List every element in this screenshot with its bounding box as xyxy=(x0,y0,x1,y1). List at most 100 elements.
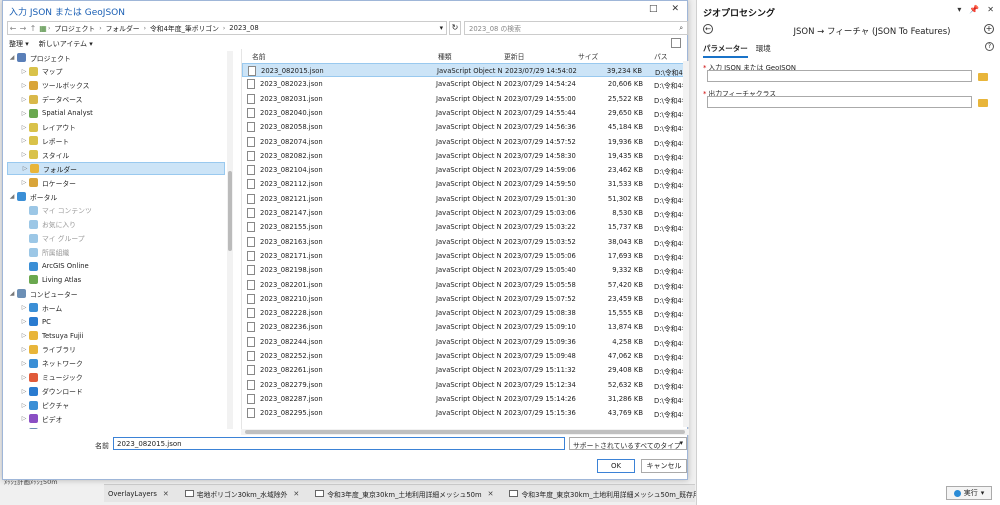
back-arrow-icon[interactable]: ← xyxy=(8,24,18,33)
pin-icon[interactable]: 📌 xyxy=(969,5,979,14)
expanded-arrow-icon[interactable]: ◢ xyxy=(7,290,17,297)
tree-item[interactable]: ▷ ピクチャ xyxy=(7,399,225,412)
tree-item[interactable]: ▷ ダウンロード xyxy=(7,385,225,398)
tree-item[interactable]: お気に入り xyxy=(7,218,225,231)
collapsed-arrow-icon[interactable]: ▷ xyxy=(19,360,29,367)
up-arrow-icon[interactable]: ↑ xyxy=(28,24,38,33)
file-row[interactable]: 2023_082228.json JavaScript Object N 2023/… xyxy=(242,306,689,320)
collapsed-arrow-icon[interactable]: ▷ xyxy=(19,346,29,353)
tree-item[interactable]: ▷ ツールボックス xyxy=(7,79,225,92)
tree-item[interactable]: ▷ フォルダー xyxy=(7,162,225,176)
collapsed-arrow-icon[interactable]: ▷ xyxy=(19,402,29,409)
file-row[interactable]: 2023_082155.json JavaScript Object N 2023/… xyxy=(242,220,689,234)
file-row[interactable]: 2023_082244.json JavaScript Object N 2023/… xyxy=(242,335,689,349)
collapsed-arrow-icon[interactable]: ▷ xyxy=(19,374,29,381)
close-icon[interactable]: ✕ xyxy=(488,490,494,498)
tree-item[interactable]: ◢ コンピューター xyxy=(7,287,225,300)
tree-item[interactable]: ▷ Spatial Analyst xyxy=(7,107,225,120)
file-row[interactable]: 2023_082082.json JavaScript Object N 2023/… xyxy=(242,149,689,163)
tree-item[interactable]: ▷ レイアウト xyxy=(7,121,225,134)
column-header-path[interactable]: パス xyxy=(654,51,668,61)
file-row[interactable]: 2023_082147.json JavaScript Object N 2023/… xyxy=(242,206,689,220)
chevron-down-icon[interactable]: ▾ xyxy=(437,24,446,32)
file-row[interactable]: 2023_082163.json JavaScript Object N 2023/… xyxy=(242,235,689,249)
column-header-type[interactable]: 種類 xyxy=(438,51,452,61)
file-row[interactable]: 2023_082058.json JavaScript Object N 2023/… xyxy=(242,120,689,134)
tree-item[interactable]: ArcGIS Online xyxy=(7,260,225,273)
forward-arrow-icon[interactable]: → xyxy=(18,24,28,33)
expanded-arrow-icon[interactable]: ◢ xyxy=(7,193,17,200)
file-row[interactable]: 2023_082198.json JavaScript Object N 2023/… xyxy=(242,263,689,277)
back-arrow-icon[interactable]: ← xyxy=(703,24,713,34)
run-button[interactable]: 実行 ▾ xyxy=(946,486,992,500)
collapsed-arrow-icon[interactable]: ▷ xyxy=(19,318,29,325)
tab-environments[interactable]: 環境 xyxy=(756,43,771,58)
ok-button[interactable]: OK xyxy=(597,459,635,473)
close-icon[interactable]: ✕ xyxy=(293,490,299,498)
collapsed-arrow-icon[interactable]: ▷ xyxy=(19,332,29,339)
pane-menu-icon[interactable]: ▾ xyxy=(957,5,961,14)
file-row[interactable]: 2023_082261.json JavaScript Object N 2023/… xyxy=(242,363,689,377)
tree-item[interactable]: 所属組織 xyxy=(7,246,225,259)
tree-item[interactable]: ▷ ホーム xyxy=(7,301,225,314)
file-row[interactable]: 2023_082031.json JavaScript Object N 2023/… xyxy=(242,92,689,106)
filename-input[interactable]: 2023_082015.json xyxy=(113,437,565,450)
file-row[interactable]: 2023_082236.json JavaScript Object N 2023/… xyxy=(242,320,689,334)
view-options-icon[interactable] xyxy=(671,38,681,48)
map-tab-residential-polygon[interactable]: 宅地ポリゴン30km_水域除外 ✕ xyxy=(181,489,303,499)
tree-item[interactable]: ▷ ライブラリ xyxy=(7,343,225,356)
collapsed-arrow-icon[interactable]: ▷ xyxy=(19,82,29,89)
breadcrumb-project[interactable]: プロジェクト xyxy=(50,23,99,33)
collapsed-arrow-icon[interactable]: ▷ xyxy=(19,151,29,158)
tree-item[interactable]: ▷ レポート xyxy=(7,134,225,147)
tree-item[interactable]: ▷ ビデオ xyxy=(7,412,225,425)
expanded-arrow-icon[interactable]: ◢ xyxy=(7,54,17,61)
tree-item[interactable]: ▷ドキュメント xyxy=(7,426,225,429)
refresh-icon[interactable]: ↻ xyxy=(449,21,461,35)
tree-item[interactable]: マイ コンテンツ xyxy=(7,204,225,217)
map-tab-landuse-mesh[interactable]: 令和3年度_東京30km_土地利用詳細メッシュ50m ✕ xyxy=(311,489,497,499)
search-icon[interactable]: ⌕ xyxy=(679,24,683,33)
file-row[interactable]: 2023_082023.json JavaScript Object N 2023/… xyxy=(242,77,689,91)
file-row[interactable]: 2023_082121.json JavaScript Object N 2023/… xyxy=(242,192,689,206)
collapsed-arrow-icon[interactable]: ▷ xyxy=(19,304,29,311)
tree-item[interactable]: ▷ スタイル xyxy=(7,148,225,161)
tab-parameters[interactable]: パラメーター xyxy=(703,43,748,58)
close-icon[interactable]: ✕ xyxy=(671,4,679,14)
breadcrumb-folder[interactable]: フォルダー xyxy=(102,23,144,33)
horizontal-scrollbar-thumb[interactable] xyxy=(245,430,685,434)
file-row[interactable]: 2023_082210.json JavaScript Object N 2023/… xyxy=(242,292,689,306)
breadcrumb-reiwa4[interactable]: 令和4年度_筆ポリゴン xyxy=(146,23,223,33)
column-header-size[interactable]: サイズ xyxy=(578,51,598,61)
minimize-icon[interactable]: □ xyxy=(649,4,658,14)
file-row[interactable]: 2023_082015.json JavaScript Object N 2023/… xyxy=(242,63,689,78)
breadcrumb-2023-08[interactable]: 2023_08 xyxy=(225,24,262,32)
file-row[interactable]: 2023_082112.json JavaScript Object N 2023/… xyxy=(242,177,689,191)
collapsed-arrow-icon[interactable]: ▷ xyxy=(19,415,29,422)
browse-folder-icon[interactable] xyxy=(978,99,988,107)
add-icon[interactable]: + xyxy=(984,24,994,34)
cancel-button[interactable]: キャンセル xyxy=(641,459,687,473)
output-featureclass-field[interactable] xyxy=(707,96,972,108)
tree-item[interactable]: Living Atlas xyxy=(7,273,225,286)
close-icon[interactable]: ✕ xyxy=(163,490,169,498)
tree-item[interactable]: ▷ ミュージック xyxy=(7,371,225,384)
column-header-name[interactable]: 名前 xyxy=(252,51,266,61)
tree-item[interactable]: ▷ ネットワーク xyxy=(7,357,225,370)
file-row[interactable]: 2023_082201.json JavaScript Object N 2023/… xyxy=(242,278,689,292)
search-input[interactable]: 2023_08 の検索 ⌕ xyxy=(464,21,688,35)
collapsed-arrow-icon[interactable]: ▷ xyxy=(19,137,29,144)
tree-item[interactable]: ▷ Tetsuya Fujii xyxy=(7,329,225,342)
collapsed-arrow-icon[interactable]: ▷ xyxy=(19,110,29,117)
file-row[interactable]: 2023_082074.json JavaScript Object N 2023/… xyxy=(242,135,689,149)
organize-menu[interactable]: 整理 ▾ xyxy=(9,39,29,49)
file-row[interactable]: 2023_082252.json JavaScript Object N 2023/… xyxy=(242,349,689,363)
tree-item[interactable]: ◢ ポータル xyxy=(7,190,225,203)
close-icon[interactable]: ✕ xyxy=(987,5,994,14)
collapsed-arrow-icon[interactable]: ▷ xyxy=(20,165,30,172)
collapsed-arrow-icon[interactable]: ▷ xyxy=(19,96,29,103)
tree-scrollbar-thumb[interactable] xyxy=(228,171,232,251)
file-row[interactable]: 2023_082040.json JavaScript Object N 2023/… xyxy=(242,106,689,120)
column-header-date[interactable]: 更新日 xyxy=(504,51,524,61)
file-row[interactable]: 2023_082104.json JavaScript Object N 2023/… xyxy=(242,163,689,177)
